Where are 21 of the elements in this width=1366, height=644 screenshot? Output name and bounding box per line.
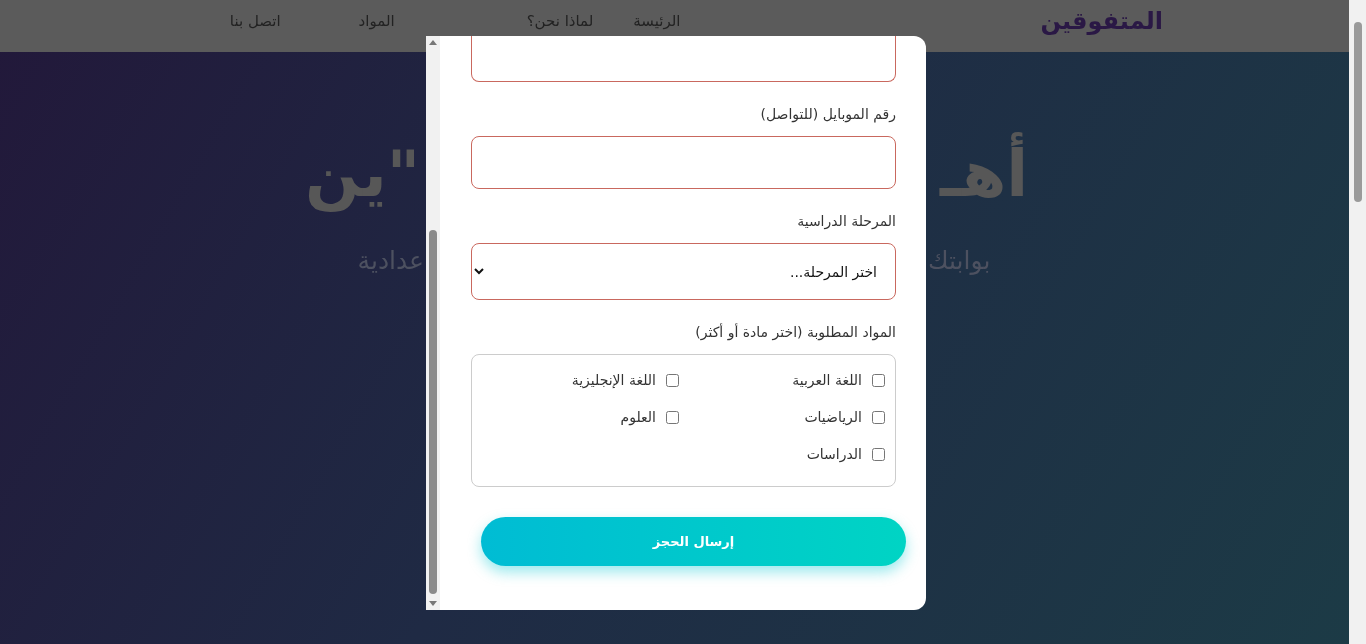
checkbox-option[interactable]: العلوم — [482, 406, 679, 428]
checkbox-option[interactable]: الدراسات — [679, 443, 885, 465]
scroll-down-icon[interactable] — [429, 601, 437, 606]
field-label: رقم الموبايل (للتواصل) — [759, 106, 896, 122]
input-field[interactable] — [471, 36, 896, 82]
checkbox[interactable] — [872, 447, 885, 461]
checkbox-option[interactable]: اللغة الإنجليزية — [482, 369, 679, 391]
checkbox[interactable] — [872, 410, 885, 424]
hero-title: أهـ — [926, 130, 1349, 220]
scrollbar[interactable] — [426, 36, 440, 610]
field-label: المرحلة الدراسية — [796, 213, 896, 229]
input-field[interactable] — [471, 136, 896, 189]
checkbox[interactable] — [666, 373, 679, 387]
checkbox-option[interactable]: اللغة العربية — [679, 369, 885, 391]
scroll-up-icon[interactable] — [429, 40, 437, 45]
checkbox[interactable] — [666, 410, 679, 424]
field-label: المواد المطلوبة (اختر مادة أو أكثر) — [694, 324, 896, 340]
checkbox[interactable] — [872, 373, 885, 387]
checkbox-option[interactable]: الرياضيات — [679, 406, 885, 428]
scrollbar[interactable] — [1349, 0, 1366, 644]
select-field[interactable]: اختر المرحلة... — [471, 243, 896, 300]
